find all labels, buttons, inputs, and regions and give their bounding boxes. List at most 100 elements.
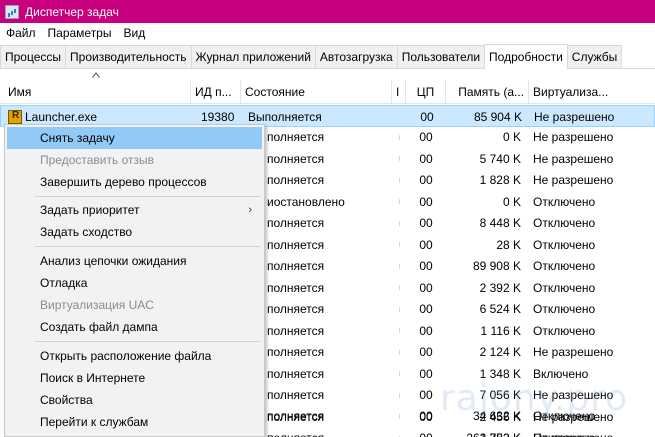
process-memory: 5 740 K xyxy=(479,151,521,166)
tab-users[interactable]: Пользователи xyxy=(396,45,486,68)
process-cpu: 00 xyxy=(419,366,433,381)
tab-services[interactable]: Службы xyxy=(566,45,623,68)
process-cpu: 00 xyxy=(419,216,433,230)
row-marker xyxy=(399,199,400,204)
chevron-right-icon: › xyxy=(248,204,252,216)
column-header-user[interactable]: І xyxy=(392,80,406,104)
process-state: полняется xyxy=(267,216,325,230)
row-marker xyxy=(399,328,400,333)
process-cpu: 00 xyxy=(419,173,433,187)
process-cpu: 00 xyxy=(419,302,433,316)
process-memory: 89 908 K xyxy=(472,259,521,273)
process-virtualization: Не разрешено xyxy=(533,345,614,359)
process-cpu: 00 xyxy=(420,109,434,124)
tab-details[interactable]: Подробности xyxy=(484,44,568,69)
column-header-state[interactable]: Состояние xyxy=(241,80,392,104)
process-virtualization: Включено xyxy=(533,366,589,381)
process-state: полняется xyxy=(267,173,325,187)
process-cpu: 00 xyxy=(419,194,433,209)
column-header-pid[interactable]: ИД п... xyxy=(191,80,241,104)
process-virtualization: Отключено xyxy=(533,280,596,295)
process-virtualization: Не разрешено xyxy=(533,173,614,187)
process-state: полняется xyxy=(267,323,325,338)
process-memory: 85 904 K xyxy=(473,109,522,124)
process-state: полняется xyxy=(267,388,325,402)
process-virtualization: Не разрешено xyxy=(534,109,615,124)
column-header-virtualization[interactable]: Виртуализа... xyxy=(529,80,655,104)
menu-view[interactable]: Вид xyxy=(117,26,151,40)
menu-item-set-affinity[interactable]: Задать сходство xyxy=(7,221,262,243)
tab-app-history[interactable]: Журнал приложений xyxy=(190,45,316,68)
process-state: полняется xyxy=(267,345,325,359)
process-state: полняется xyxy=(267,151,325,166)
process-virtualization: Отключено xyxy=(533,408,596,423)
menu-item-end-task[interactable]: Снять задачу xyxy=(7,127,262,149)
process-memory: 6 524 K xyxy=(479,302,521,316)
process-cpu: 00 xyxy=(419,388,433,402)
process-virtualization: Не разрешено xyxy=(533,130,614,144)
process-virtualization: Отключено xyxy=(533,259,596,273)
process-state: Выполняется xyxy=(248,109,322,124)
menu-separator xyxy=(35,196,260,197)
process-cpu: 00 xyxy=(419,130,433,144)
menu-item-properties[interactable]: Свойства xyxy=(7,389,262,411)
menu-options[interactable]: Параметры xyxy=(42,26,118,40)
menu-item-go-to-services[interactable]: Перейти к службам xyxy=(7,411,262,433)
tab-performance[interactable]: Производительность xyxy=(65,45,192,68)
row-marker xyxy=(399,242,400,247)
process-cpu: 00 xyxy=(419,280,433,295)
process-memory: 1 348 K xyxy=(479,366,521,381)
menu-item-end-process-tree[interactable]: Завершить дерево процессов xyxy=(7,171,262,193)
menu-item-analyze-wait-chain[interactable]: Анализ цепочки ожидания xyxy=(7,250,262,272)
column-header-name[interactable]: Имя xyxy=(0,80,191,104)
row-marker xyxy=(399,371,400,376)
process-state: полняется xyxy=(267,280,325,295)
process-memory: 2 124 K xyxy=(479,345,521,359)
process-memory: 8 448 K xyxy=(479,216,521,230)
row-marker xyxy=(399,285,400,290)
menu-item-create-dump-file[interactable]: Создать файл дампа xyxy=(7,316,262,338)
process-cpu: 00 xyxy=(419,237,433,252)
window-title-bar[interactable]: Диспетчер задач xyxy=(0,0,655,23)
window-title: Диспетчер задач xyxy=(25,4,119,19)
launcher-app-icon xyxy=(8,109,22,124)
row-marker xyxy=(399,156,400,161)
row-marker xyxy=(399,306,400,312)
menu-item-open-file-location[interactable]: Открыть расположение файла xyxy=(7,345,262,367)
row-marker xyxy=(399,349,400,355)
process-state: полняется xyxy=(267,130,325,144)
column-header-memory[interactable]: Память (а... xyxy=(446,80,529,104)
menu-item-debug[interactable]: Отладка xyxy=(7,272,262,294)
process-virtualization: Отключено xyxy=(533,216,596,230)
process-memory: 1 828 K xyxy=(479,173,521,187)
process-memory: 261 752 K xyxy=(446,427,525,437)
menu-item-label: Задать приоритет xyxy=(40,203,140,217)
tab-startup[interactable]: Автозагрузка xyxy=(314,45,398,68)
process-state: полняется xyxy=(267,366,325,381)
process-cpu: 00 xyxy=(419,151,433,166)
process-memory: 0 K xyxy=(502,194,521,209)
column-header-cpu[interactable]: ЦП xyxy=(406,80,446,104)
tab-strip: Процессы Производительность Журнал прило… xyxy=(0,44,655,69)
menu-separator xyxy=(35,246,260,247)
sort-ascending-icon xyxy=(92,72,100,78)
menu-file[interactable]: Файл xyxy=(0,26,42,40)
menu-item-set-priority[interactable]: Задать приоритет › xyxy=(7,199,262,221)
menu-bar: Файл Параметры Вид xyxy=(0,23,655,43)
row-marker xyxy=(399,392,400,398)
menu-item-search-online[interactable]: Поиск в Интернете xyxy=(7,367,262,389)
process-virtualization: Отключено xyxy=(533,302,596,316)
tab-processes[interactable]: Процессы xyxy=(0,45,67,68)
menu-separator xyxy=(35,341,260,342)
process-virtualization: Отключено xyxy=(533,323,596,338)
column-header-row: Имя ИД п... Состояние І ЦП Память (а... … xyxy=(0,80,655,104)
process-state: иостановлено xyxy=(267,194,345,209)
process-memory: 28 K xyxy=(496,237,521,252)
process-virtualization: Не разрешено xyxy=(533,151,614,166)
row-marker xyxy=(399,177,400,183)
menu-item-uac-virtualization: Виртуализация UAC xyxy=(40,298,154,312)
row-marker xyxy=(399,220,400,226)
process-memory: 0 K xyxy=(502,130,521,144)
process-virtualization: Не разрешено xyxy=(533,388,614,402)
process-state: полняется xyxy=(267,408,325,423)
